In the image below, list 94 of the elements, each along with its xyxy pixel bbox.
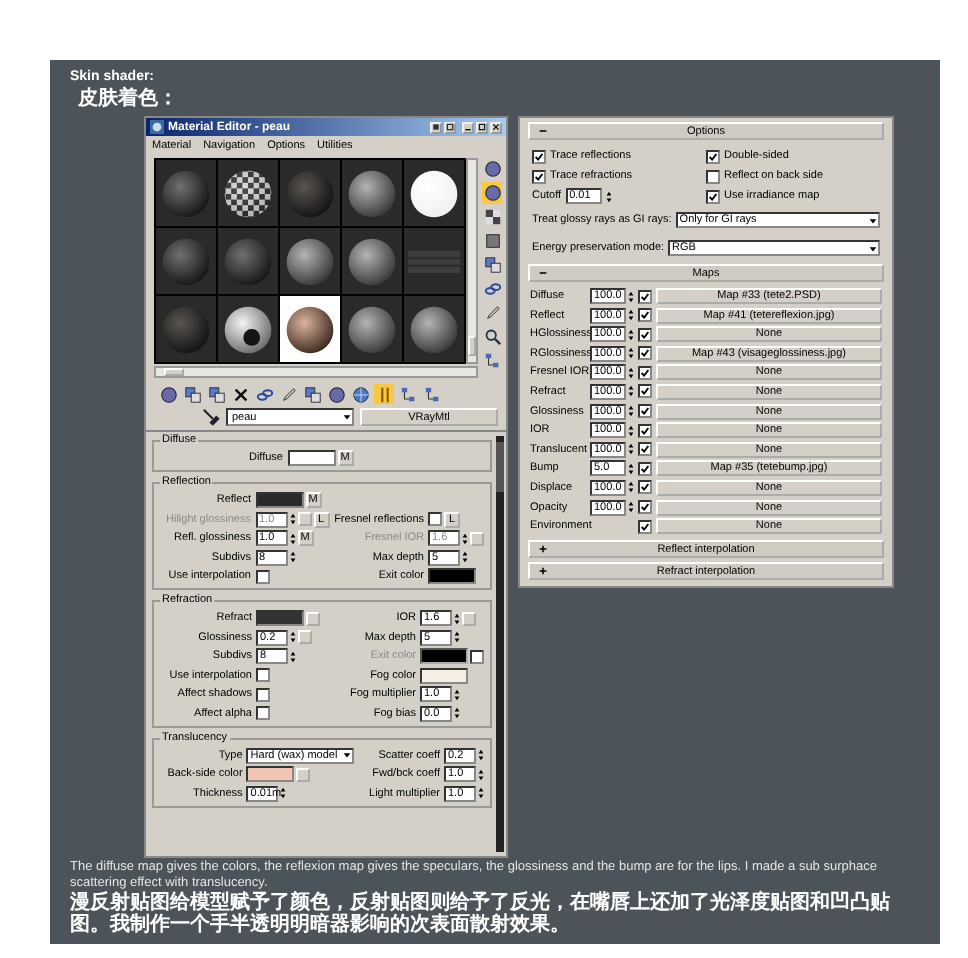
caret-icon [341, 750, 352, 760]
sphere-icon[interactable] [482, 182, 502, 204]
color-swatch[interactable] [287, 450, 335, 466]
sphere-drawing [282, 233, 338, 289]
globe-icon[interactable] [350, 384, 370, 404]
color-swatch[interactable] [256, 610, 304, 626]
minus-icon [538, 268, 548, 278]
sample-slot[interactable] [342, 228, 402, 294]
checkbox[interactable] [706, 149, 720, 163]
pencil-icon[interactable] [278, 384, 298, 404]
vertical-scrollbar[interactable] [496, 436, 504, 852]
tree-icon[interactable] [422, 384, 442, 404]
sample-slot[interactable] [342, 160, 402, 226]
sphere-drawing [282, 165, 338, 221]
plus-icon [538, 566, 548, 577]
sample-slot[interactable] [218, 296, 278, 362]
chain-icon[interactable] [254, 384, 274, 404]
eyedropper-icon[interactable] [202, 408, 220, 426]
checkbox[interactable] [638, 442, 652, 457]
checkbox[interactable] [638, 365, 652, 380]
checkbox[interactable] [638, 327, 652, 342]
copy-icon[interactable] [482, 254, 502, 276]
checkbox[interactable] [256, 687, 270, 701]
sphere-drawing [282, 301, 338, 357]
tree-icon[interactable] [398, 384, 418, 404]
checkbox[interactable] [638, 519, 652, 534]
sphere-drawing [344, 233, 400, 289]
sphere-icon[interactable] [482, 158, 502, 180]
checkbox[interactable] [256, 668, 270, 682]
bars-icon[interactable] [374, 384, 394, 404]
sample-slot[interactable] [280, 296, 340, 362]
color-swatch[interactable] [420, 667, 468, 683]
checkbox[interactable] [638, 384, 652, 399]
checker-icon[interactable] [482, 206, 502, 228]
sphere-drawing [158, 233, 214, 289]
checkbox[interactable] [638, 480, 652, 495]
checkbox[interactable] [638, 423, 652, 438]
caret-icon [342, 412, 352, 422]
sphere-drawing [158, 165, 214, 221]
sphere-drawing [344, 165, 400, 221]
minimize-button[interactable] [462, 121, 474, 133]
checkbox[interactable] [428, 512, 442, 526]
maximize-icon [478, 122, 486, 132]
checkbox[interactable] [638, 500, 652, 515]
checkbox[interactable] [256, 706, 270, 720]
sample-slot[interactable] [218, 160, 278, 226]
checkbox[interactable] [255, 569, 269, 583]
checkbox[interactable] [706, 169, 720, 183]
checkbox[interactable] [532, 149, 546, 163]
checkbox[interactable] [638, 289, 652, 303]
sphere-icon[interactable] [326, 384, 346, 404]
caret-icon [868, 215, 878, 225]
caption-text: 漫反射贴图给模型赋予了颜色，反射贴图则给予了反光，在嘴唇上还加了光泽度贴图和凹凸贴图。我制作一个手半透明明暗器影响的次表面散射效果。 [70, 892, 892, 936]
cross-icon[interactable] [230, 384, 250, 404]
checkbox[interactable] [532, 169, 546, 183]
sphere-drawing [220, 233, 276, 289]
close-button[interactable] [490, 121, 502, 133]
sample-slot[interactable] [280, 228, 340, 294]
copy-icon[interactable] [302, 384, 322, 404]
sphere-drawing [406, 301, 462, 357]
sphere-drawing [220, 165, 276, 221]
vertical-scrollbar[interactable] [466, 158, 478, 364]
box-icon[interactable] [482, 230, 502, 252]
color-swatch[interactable] [246, 766, 295, 782]
sphere-icon[interactable] [158, 384, 178, 404]
magnifier-icon[interactable] [482, 326, 502, 348]
checkbox[interactable] [706, 189, 720, 203]
sphere-drawing [344, 301, 400, 357]
caret-icon [868, 243, 878, 253]
maximize-button[interactable] [476, 121, 488, 133]
copy-icon[interactable] [206, 384, 226, 404]
chain-icon[interactable] [482, 278, 502, 300]
app-icon [150, 120, 164, 134]
section-subtitle: 皮肤着色： [78, 84, 180, 112]
color-swatch[interactable] [428, 568, 476, 584]
sample-slot[interactable] [404, 296, 464, 362]
sphere-drawing [158, 301, 214, 357]
color-swatch[interactable] [255, 492, 303, 508]
checkbox[interactable] [638, 308, 652, 323]
sample-slot[interactable] [342, 296, 402, 362]
copy-icon[interactable] [182, 384, 202, 404]
square-icon [446, 122, 454, 132]
plus-icon [538, 544, 548, 555]
horizontal-scrollbar[interactable] [154, 366, 478, 378]
checkbox[interactable] [638, 461, 652, 476]
close-icon [492, 122, 500, 132]
sphere-drawing [406, 165, 462, 221]
pencil-icon[interactable] [482, 302, 502, 324]
sphere-drawing [220, 301, 276, 357]
checkbox[interactable] [638, 404, 652, 419]
minus-icon [538, 126, 548, 136]
square-icon [432, 122, 440, 132]
sample-slot[interactable] [404, 160, 464, 226]
checkbox[interactable] [638, 346, 652, 361]
